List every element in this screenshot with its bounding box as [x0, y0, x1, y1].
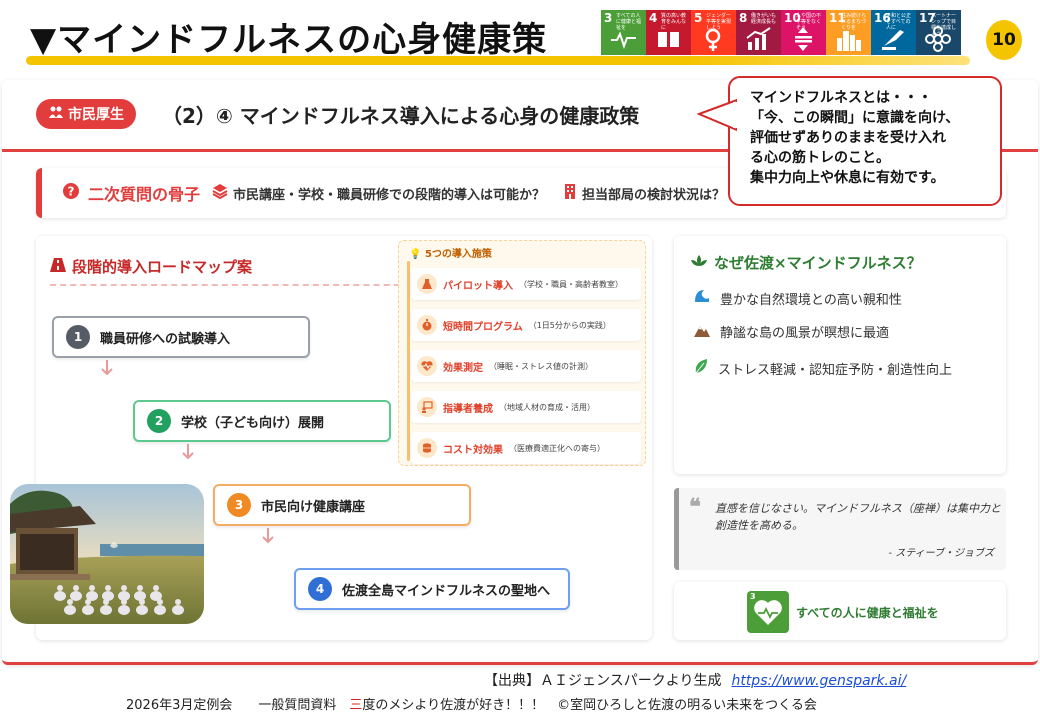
stopwatch-icon	[417, 315, 437, 335]
callout-line: る心の筋トレのこと。	[750, 150, 890, 166]
step-label: 市民向け健康講座	[261, 499, 366, 515]
step-number: 4	[308, 577, 332, 601]
step-label: 佐渡全島マインドフルネスの聖地へ	[342, 583, 551, 599]
sdg-16-icon: 16 平和と公正をすべての人に	[871, 10, 916, 55]
question-item-2: 担当部局の検討状況は？	[563, 183, 725, 203]
lotus-icon	[690, 254, 708, 272]
roadmap-step-3: 3 市民向け健康講座	[213, 484, 471, 526]
measures-timeline	[407, 261, 410, 461]
roadmap-step-2: 2 学校（子ども向け）展開	[133, 400, 391, 442]
roadmap-step-1: 1 職員研修への試験導入	[52, 316, 310, 358]
category-badge: 市民厚生	[36, 99, 136, 129]
layers-icon	[212, 183, 228, 203]
step-number: 2	[147, 409, 171, 433]
why-sado-panel: なぜ佐渡×マインドフルネス？ 豊かな自然環境との高い親和性 静謐な島の風景が瞑想…	[674, 236, 1006, 474]
question-item-1-text: 市民講座・学校・職員研修での段階的導入は可能か？	[233, 187, 546, 203]
leaf-icon	[694, 358, 708, 378]
roadmap-title: 段階的導入ロードマップ案	[50, 256, 252, 277]
measure-item: 短時間プログラム （1日5分からの実践）	[411, 309, 641, 341]
measures-title: 💡 5つの導入施策	[409, 249, 492, 260]
title-underline	[26, 56, 970, 65]
step-number: 1	[66, 325, 90, 349]
quote-box: ❝ 直感を信じなさい。マインドフルネス（座禅）は集中力と創造性を高める。 - ス…	[674, 488, 1006, 570]
question-label: 二次質問の骨子	[88, 185, 201, 204]
callout-tail	[697, 98, 737, 132]
sdg-4-icon: 4 質の高い教育をみんなに	[646, 10, 691, 55]
arrow-down-icon	[101, 360, 113, 376]
teacher-icon	[417, 397, 437, 417]
sdg-icon-row: 3 すべての人に健康と福祉を 4 質の高い教育をみんなに 5 ジェンダー平等を実現しよ…	[601, 10, 961, 55]
why-title-text: なぜ佐渡×マインドフルネス？	[714, 254, 922, 272]
step-label: 学校（子ども向け）展開	[181, 415, 325, 431]
footer-line: 2026年3月定例会 一般質問資料 三度のメシより佐渡が好き！！！ ©室岡ひろし…	[126, 698, 817, 713]
definition-callout: マインドフルネスとは・・・ 「今、この瞬間」に意識を向け、 評価せずありのままを…	[728, 76, 1002, 206]
callout-line: 「今、この瞬間」に意識を向け、	[750, 110, 960, 126]
measure-item: 効果測定 （睡眠・ストレス値の計測）	[411, 350, 641, 382]
step-label: 職員研修への試験導入	[100, 331, 231, 347]
sdg-17-icon: 17 パートナーシップで目標を達成しよう	[916, 10, 961, 55]
question-item-1: 市民講座・学校・職員研修での段階的導入は可能か？	[212, 183, 545, 203]
measure-item: パイロット導入 （学校・職員・高齢者教室）	[411, 268, 641, 300]
coins-icon	[417, 438, 437, 458]
heart-people-icon	[48, 105, 64, 123]
sdg-8-icon: 8 働きがいも経済成長も	[736, 10, 781, 55]
building-icon	[563, 183, 577, 203]
measure-item: コスト対効果 （医療費適正化への寄与）	[411, 432, 641, 464]
page-number: 10	[986, 20, 1022, 60]
sdg-10-icon: 10 人や国の不平等をなくそう	[781, 10, 826, 55]
road-icon	[50, 257, 66, 276]
step-number: 3	[227, 493, 251, 517]
callout-line: 評価せずありのままを受け入れ	[750, 130, 946, 146]
mountain-icon	[694, 323, 710, 341]
page-title: ▼マインドフルネスの心身健康策	[30, 20, 548, 60]
callout-line: 集中力向上や休息に有効です。	[750, 170, 945, 186]
roadmap-title-text: 段階的導入ロードマップ案	[72, 258, 253, 276]
svg-text:?: ?	[68, 185, 75, 199]
flask-icon	[417, 274, 437, 294]
why-item: 豊かな自然環境との高い親和性	[694, 288, 902, 308]
quote-author: - スティーブ・ジョブズ	[888, 548, 994, 559]
why-item: ストレス軽減・認知症予防・創造性向上	[694, 358, 952, 378]
question-item-2-text: 担当部局の検討状況は？	[582, 187, 726, 203]
sdg-3-icon: 3 すべての人に健康と福祉を	[601, 10, 646, 55]
arrow-down-icon	[262, 528, 274, 544]
sdg3-label: すべての人に健康と福祉を	[796, 606, 939, 620]
sdg-11-icon: 11 住み続けられるまちづくりを	[826, 10, 871, 55]
measure-item: 指導者養成 （地域人材の育成・活用）	[411, 391, 641, 423]
sdg-3-heart-icon: 3	[747, 591, 789, 633]
why-title: なぜ佐渡×マインドフルネス？	[690, 252, 922, 273]
roadmap-step-4: 4 佐渡全島マインドフルネスの聖地へ	[294, 568, 570, 610]
callout-line: マインドフルネスとは・・・	[750, 90, 932, 106]
footer-source: 【出典】ＡＩジェンスパークより生成 https://www.genspark.ai…	[484, 673, 907, 689]
quote-icon: ❝	[689, 494, 701, 520]
roadmap-divider	[50, 284, 420, 286]
lightbulb-icon: 💡	[409, 249, 422, 260]
arrow-down-icon	[182, 444, 194, 460]
why-item: 静謐な島の風景が瞑想に最適	[694, 322, 889, 341]
badge-label: 市民厚生	[68, 107, 124, 123]
meditation-photo	[10, 484, 204, 624]
source-link[interactable]: https://www.genspark.ai/	[731, 673, 906, 689]
wave-icon	[694, 288, 710, 308]
measures-panel: 💡 5つの導入施策 パイロット導入 （学校・職員・高齢者教室） 短時間プログラム…	[398, 240, 646, 466]
sdg-5-icon: 5 ジェンダー平等を実現しよう	[691, 10, 736, 55]
question-circle-icon: ?	[62, 182, 80, 204]
slide-heading: （2）④ マインドフルネス導入による心身の健康政策	[162, 104, 640, 128]
quote-text: 直感を信じなさい。マインドフルネス（座禅）は集中力と創造性を高める。	[715, 502, 1001, 532]
heartbeat-icon	[417, 356, 437, 376]
sdg3-panel: 3 すべての人に健康と福祉を	[674, 582, 1006, 640]
